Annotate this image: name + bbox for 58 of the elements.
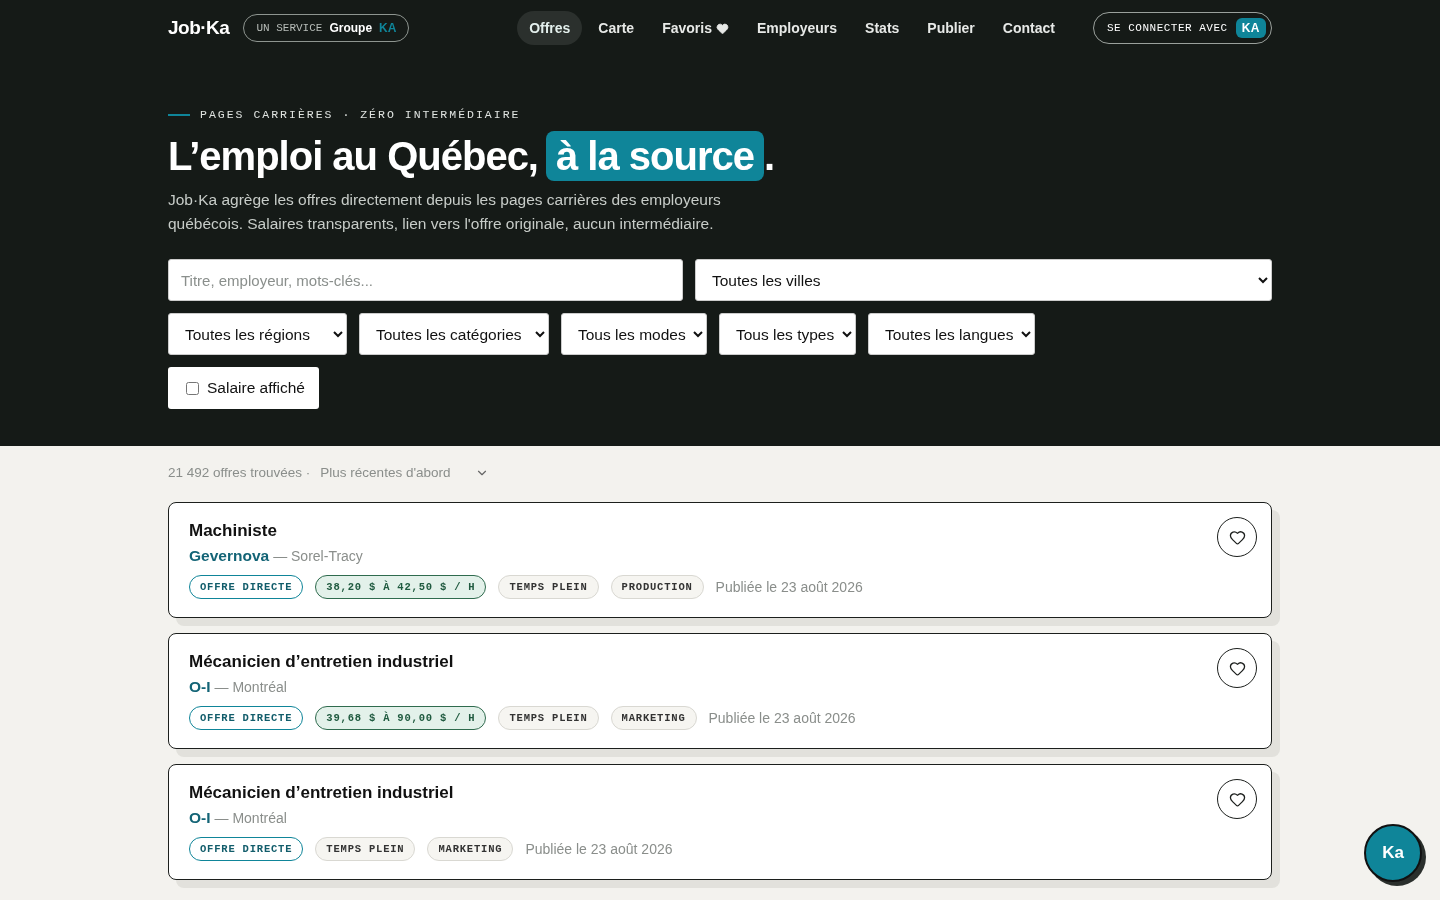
nav-link[interactable]: Carte	[586, 11, 647, 45]
nav-link[interactable]: Contact	[990, 11, 1067, 45]
job-tag: MARKETING	[610, 706, 697, 730]
job-tag: OFFRE DIRECTE	[189, 837, 304, 861]
favorite-button[interactable]	[1217, 517, 1257, 557]
employer-link[interactable]: O-I	[189, 678, 211, 696]
job-tag: PRODUCTION	[610, 575, 704, 599]
heart-icon	[715, 21, 729, 35]
employer-link[interactable]: O-I	[189, 809, 211, 827]
employer-link[interactable]: Gevernova	[189, 547, 270, 565]
filter-select[interactable]: Tous les types	[719, 313, 856, 355]
job-tag: MARKETING	[427, 837, 514, 861]
city-select[interactable]: Toutes les villes	[695, 259, 1272, 301]
job-title: Machiniste	[189, 521, 277, 541]
job-tag: TEMPS PLEIN	[498, 706, 599, 730]
job-city: — Montréal	[214, 810, 287, 826]
publish-date: Publiée le 23 août 2026	[708, 710, 856, 726]
publish-date: Publiée le 23 août 2026	[715, 579, 863, 595]
heart-icon	[1228, 659, 1246, 677]
heart-icon	[1228, 528, 1246, 546]
badge-group: Groupe	[329, 21, 373, 35]
checkbox[interactable]	[186, 381, 199, 395]
job-title: Mécanicien d’entretien industriel	[189, 783, 454, 803]
job-tag: OFFRE DIRECTE	[189, 706, 304, 730]
publish-date: Publiée le 23 août 2026	[525, 841, 673, 857]
job-tag: 39,68 $ À 90,00 $ / H	[315, 706, 487, 730]
job-title: Mécanicien d’entretien industriel	[189, 652, 454, 672]
job-tag: OFFRE DIRECTE	[189, 575, 304, 599]
filter-select[interactable]: Toutes les langues	[868, 313, 1035, 355]
badge-brand: KA	[379, 21, 397, 35]
headline-period: .	[764, 133, 775, 180]
nav-link[interactable]: Stats	[853, 11, 912, 45]
filter-select[interactable]: Toutes les catégories	[359, 313, 549, 355]
eyebrow: PAGES CARRIÈRES · ZÉRO INTERMÉDIAIRE	[200, 108, 521, 121]
salary-filter[interactable]: Salaire affiché	[168, 367, 319, 409]
nav-link[interactable]: Employeurs	[744, 11, 850, 45]
nav-link[interactable]: Publier	[915, 11, 987, 45]
brand-chip: KA	[1235, 18, 1266, 38]
filter-select[interactable]: Tous les modes	[561, 313, 707, 355]
job-tag: TEMPS PLEIN	[498, 575, 599, 599]
badge-prefix: UN SERVICE	[256, 22, 323, 34]
heart-icon	[1228, 790, 1246, 808]
favorite-button[interactable]	[1217, 779, 1257, 819]
favorite-button[interactable]	[1217, 648, 1257, 688]
nav-link[interactable]: Offres	[517, 11, 583, 45]
job-tag: 38,20 $ À 42,50 $ / H	[315, 575, 487, 599]
headline-highlight: à la source	[546, 131, 764, 181]
logo[interactable]: Job·Ka	[168, 17, 230, 39]
job-tag: TEMPS PLEIN	[315, 837, 416, 861]
headline: L’emploi au Québec,	[168, 133, 538, 180]
results-count: 21 492 offres trouvées ·	[168, 465, 311, 480]
filter-select[interactable]: Toutes les régions	[168, 313, 347, 355]
intro-text: Job·Ka agrège les offres directement depuis les pages carrières des employeurs québécois. Salaires transparents, lien vers l'offre originale, aucun intermédiaire.	[168, 190, 722, 234]
search-field[interactable]: Titre, employeur, mots-clés...	[168, 259, 683, 301]
job-city: — Sorel-Tracy	[273, 548, 363, 564]
assistant-button[interactable]: Ka	[1364, 824, 1422, 882]
nav-link[interactable]: Favoris	[650, 11, 741, 45]
job-city: — Montréal	[214, 679, 287, 695]
